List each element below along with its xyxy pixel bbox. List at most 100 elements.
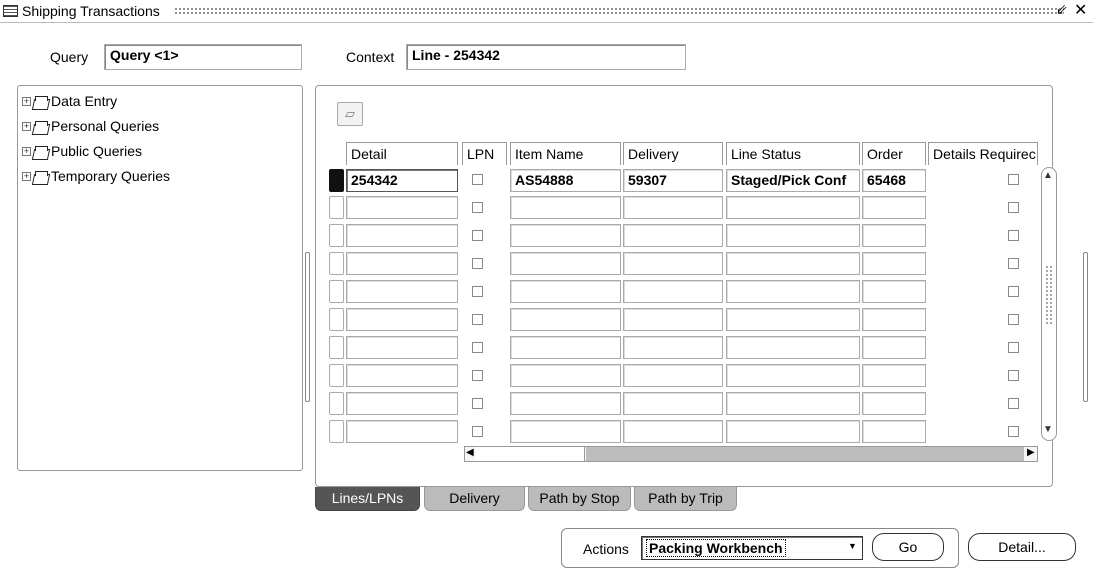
detail-cell[interactable] (346, 420, 458, 443)
expand-icon[interactable]: + (22, 96, 31, 106)
scroll-grip[interactable] (1045, 265, 1053, 325)
details-required-checkbox[interactable] (1008, 258, 1019, 269)
detail-cell[interactable] (346, 196, 458, 219)
detail-cell[interactable] (346, 224, 458, 247)
row-selector[interactable] (329, 336, 344, 359)
row-selector[interactable] (329, 420, 344, 443)
tab-delivery[interactable]: Delivery (424, 487, 525, 511)
item-name-cell[interactable] (510, 392, 621, 415)
details-required-checkbox[interactable] (1008, 230, 1019, 241)
order-cell[interactable]: 65468 (862, 169, 926, 192)
item-name-cell[interactable] (510, 336, 621, 359)
item-name-cell[interactable] (510, 420, 621, 443)
scroll-down-icon[interactable]: ▼ (1043, 424, 1053, 435)
order-cell[interactable] (862, 392, 926, 415)
tree-item-public-queries[interactable]: + Public Queries (22, 141, 142, 161)
lpn-checkbox[interactable] (472, 258, 483, 269)
lpn-checkbox[interactable] (472, 174, 483, 185)
tab-path-by-stop[interactable]: Path by Stop (528, 487, 631, 511)
delivery-cell[interactable] (623, 196, 723, 219)
chevron-down-icon[interactable]: ▼ (848, 541, 857, 551)
order-cell[interactable] (862, 280, 926, 303)
line-status-cell[interactable] (726, 420, 860, 443)
minimize-icon[interactable]: ⇙ (1056, 1, 1068, 18)
lpn-checkbox[interactable] (472, 370, 483, 381)
detail-cell[interactable] (346, 280, 458, 303)
line-status-cell[interactable] (726, 280, 860, 303)
item-name-cell[interactable] (510, 196, 621, 219)
line-status-cell[interactable] (726, 224, 860, 247)
expand-icon[interactable]: + (22, 171, 31, 181)
order-cell[interactable] (862, 224, 926, 247)
tab-lines-lpns[interactable]: Lines/LPNs (315, 487, 420, 511)
delivery-cell[interactable] (623, 364, 723, 387)
delivery-cell[interactable] (623, 280, 723, 303)
item-name-cell[interactable] (510, 308, 621, 331)
lpn-checkbox[interactable] (472, 286, 483, 297)
row-selector[interactable] (329, 364, 344, 387)
scroll-up-icon[interactable]: ▲ (1043, 170, 1053, 181)
query-field[interactable]: Query <1> (104, 44, 302, 70)
item-name-cell[interactable] (510, 280, 621, 303)
item-name-cell[interactable] (510, 224, 621, 247)
row-selector[interactable] (329, 196, 344, 219)
detail-cell[interactable] (346, 392, 458, 415)
item-name-cell[interactable] (510, 364, 621, 387)
line-status-cell[interactable] (726, 196, 860, 219)
context-field[interactable]: Line - 254342 (406, 44, 686, 70)
item-name-cell[interactable] (510, 252, 621, 275)
detail-cell[interactable] (346, 252, 458, 275)
order-cell[interactable] (862, 336, 926, 359)
go-button[interactable]: Go (872, 533, 944, 561)
lpn-checkbox[interactable] (472, 314, 483, 325)
row-selector[interactable] (329, 252, 344, 275)
order-cell[interactable] (862, 196, 926, 219)
lpn-checkbox[interactable] (472, 342, 483, 353)
details-required-checkbox[interactable] (1008, 202, 1019, 213)
item-name-cell[interactable]: AS54888 (510, 169, 621, 192)
tab-path-by-trip[interactable]: Path by Trip (634, 487, 737, 511)
actions-select[interactable]: Packing Workbench (641, 536, 863, 560)
details-required-checkbox[interactable] (1008, 342, 1019, 353)
tree-item-data-entry[interactable]: + Data Entry (22, 91, 117, 111)
tree-item-temporary-queries[interactable]: + Temporary Queries (22, 166, 170, 186)
lpn-checkbox[interactable] (472, 202, 483, 213)
detail-cell[interactable]: 254342 (346, 169, 458, 192)
scroll-right-icon[interactable]: ▶ (1027, 447, 1035, 458)
tree-item-personal-queries[interactable]: + Personal Queries (22, 116, 159, 136)
line-status-cell[interactable]: Staged/Pick Conf (726, 169, 860, 192)
details-required-checkbox[interactable] (1008, 398, 1019, 409)
delivery-cell[interactable]: 59307 (623, 169, 723, 192)
expand-icon[interactable]: + (22, 121, 31, 131)
line-status-cell[interactable] (726, 336, 860, 359)
lpn-checkbox[interactable] (472, 230, 483, 241)
line-status-cell[interactable] (726, 252, 860, 275)
row-selector-current[interactable] (329, 169, 344, 192)
detail-button[interactable]: Detail... (968, 533, 1076, 561)
detail-cell[interactable] (346, 308, 458, 331)
delivery-cell[interactable] (623, 392, 723, 415)
scroll-left-icon[interactable]: ◀ (466, 447, 474, 458)
row-selector[interactable] (329, 224, 344, 247)
delivery-cell[interactable] (623, 420, 723, 443)
details-required-checkbox[interactable] (1008, 314, 1019, 325)
line-status-cell[interactable] (726, 308, 860, 331)
horizontal-scroll-track[interactable] (586, 447, 1024, 461)
details-required-checkbox[interactable] (1008, 370, 1019, 381)
delivery-cell[interactable] (623, 224, 723, 247)
line-status-cell[interactable] (726, 364, 860, 387)
order-cell[interactable] (862, 420, 926, 443)
order-cell[interactable] (862, 308, 926, 331)
expand-icon[interactable]: + (22, 146, 31, 156)
delivery-cell[interactable] (623, 252, 723, 275)
right-splitter-handle[interactable] (1083, 252, 1088, 402)
panel-splitter-handle[interactable] (305, 252, 310, 402)
details-required-checkbox[interactable] (1008, 426, 1019, 437)
lpn-checkbox[interactable] (472, 398, 483, 409)
delivery-cell[interactable] (623, 336, 723, 359)
delivery-cell[interactable] (623, 308, 723, 331)
folder-open-button[interactable]: ▱ (337, 102, 363, 126)
horizontal-scroll-thumb[interactable] (475, 447, 585, 461)
detail-cell[interactable] (346, 336, 458, 359)
details-required-checkbox[interactable] (1008, 286, 1019, 297)
